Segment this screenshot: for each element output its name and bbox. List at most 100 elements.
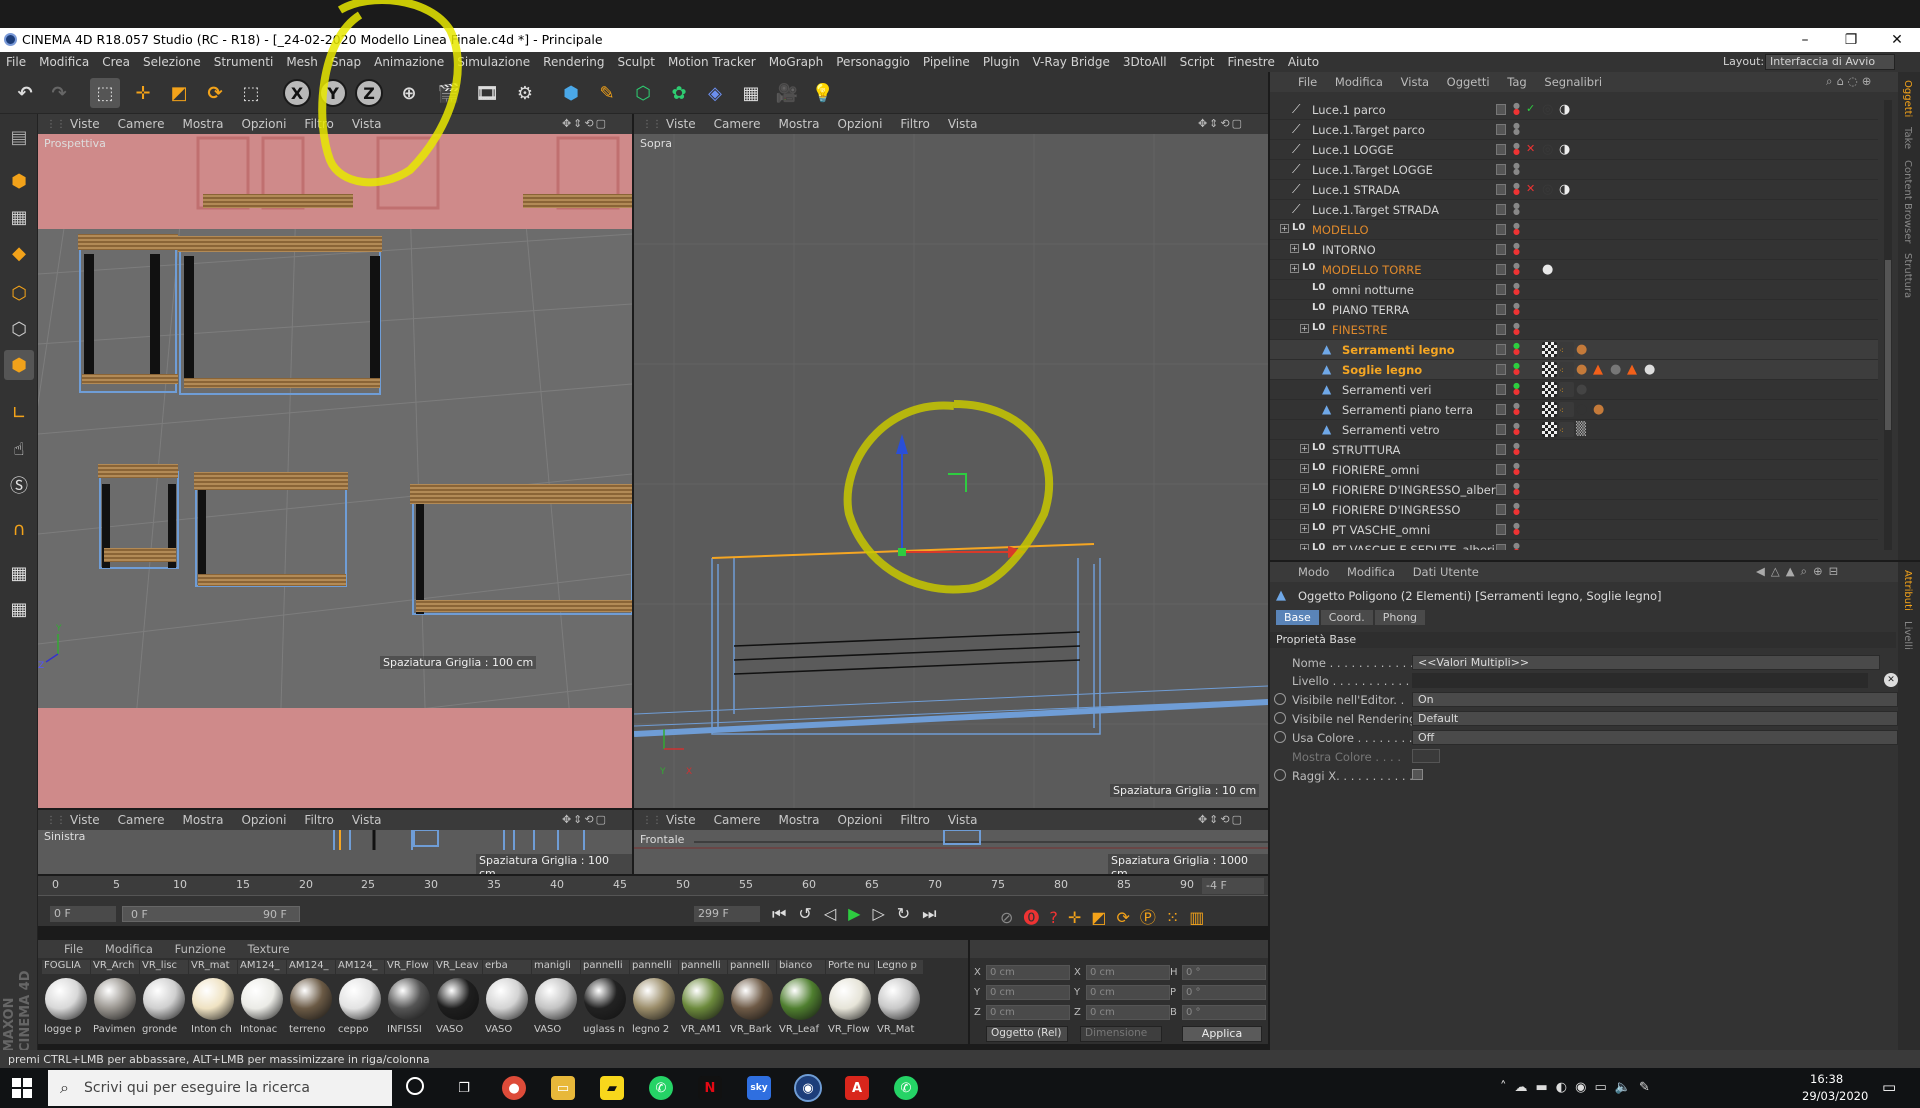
anim-radio-icon[interactable] bbox=[1274, 769, 1286, 781]
menu-mesh[interactable]: Mesh bbox=[286, 55, 318, 69]
mat-menu-texture[interactable]: Texture bbox=[248, 942, 290, 956]
size-y-field[interactable]: 0 cm bbox=[1086, 985, 1170, 1000]
menu-animazione[interactable]: Animazione bbox=[374, 55, 444, 69]
material-tag-icon[interactable]: ◎ bbox=[1542, 102, 1557, 117]
object-row[interactable]: ⟋ Luce.1 LOGGE ● ● ✕ ◎ ◑ bbox=[1270, 140, 1878, 160]
tab-coord[interactable]: Coord. bbox=[1320, 610, 1373, 625]
vp-menu-filtro[interactable]: Filtro bbox=[900, 117, 929, 131]
pos-y-field[interactable]: 0 cm bbox=[986, 985, 1070, 1000]
visibility-dots-icon[interactable]: ●● bbox=[1513, 322, 1520, 336]
next-key-icon[interactable]: ↻ bbox=[897, 904, 922, 923]
disabled-icon[interactable]: ✕ bbox=[1526, 142, 1535, 155]
obj-menu-oggetti[interactable]: Oggetti bbox=[1447, 75, 1490, 89]
vp-menu-mostra[interactable]: Mostra bbox=[182, 813, 223, 827]
vp-menu-mostra[interactable]: Mostra bbox=[778, 813, 819, 827]
cube-primitive-icon[interactable]: ⬢ bbox=[556, 78, 586, 108]
viewport-frontale[interactable]: ⋮⋮ Viste Camere Mostra Opzioni Filtro Vi… bbox=[634, 810, 1268, 874]
visibility-dots-icon[interactable]: ●● bbox=[1513, 362, 1520, 376]
layer-swatch[interactable] bbox=[1496, 504, 1506, 515]
object-name[interactable]: Luce.1.Target STRADA bbox=[1312, 203, 1439, 217]
object-row[interactable]: + L0 PT VASCHE_omni ● ● bbox=[1270, 520, 1878, 540]
left-canvas[interactable]: Sinistra Spaziatura Griglia : 100 cm bbox=[38, 830, 632, 874]
material-swatch[interactable]: VR_lisc gronde bbox=[140, 960, 188, 1035]
viewport-nav-icons[interactable]: ✥⇕⟲▢ bbox=[562, 117, 608, 130]
front-canvas[interactable]: Frontale Spaziatura Griglia : 1000 cm bbox=[634, 830, 1268, 874]
object-name[interactable]: MODELLO bbox=[1312, 223, 1369, 237]
object-name[interactable]: Serramenti vetro bbox=[1342, 423, 1440, 437]
goto-start-icon[interactable]: ⏮ bbox=[772, 904, 798, 923]
texture-tag-icon[interactable] bbox=[1542, 402, 1557, 417]
camera-icon[interactable]: 🎥 bbox=[772, 78, 802, 108]
rot-p-field[interactable]: 0 ° bbox=[1182, 985, 1266, 1000]
viewport-nav-icons[interactable]: ✥⇕⟲▢ bbox=[1198, 813, 1244, 826]
taskbar-search[interactable]: ⌕ Scrivi qui per eseguire la ricerca bbox=[48, 1070, 392, 1106]
last-tool-icon[interactable]: ⬚ bbox=[236, 78, 266, 108]
anim-radio-icon[interactable] bbox=[1274, 693, 1286, 705]
layer-swatch[interactable] bbox=[1496, 424, 1506, 435]
live-selection-icon[interactable]: ⬚ bbox=[90, 78, 120, 108]
viewport-sopra[interactable]: ⋮⋮ Viste Camere Mostra Opzioni Filtro Vi… bbox=[634, 114, 1268, 808]
visibility-dots-icon[interactable]: ●● bbox=[1513, 222, 1520, 236]
edges-mode-icon[interactable]: ⬡ bbox=[4, 314, 34, 344]
vp-menu-camere[interactable]: Camere bbox=[714, 813, 761, 827]
polygons-mode-icon[interactable]: ⬢ bbox=[4, 350, 34, 380]
expand-toggle-icon[interactable]: + bbox=[1300, 444, 1309, 453]
visibility-dots-icon[interactable]: ●● bbox=[1513, 282, 1520, 296]
side-tab-content-browser[interactable]: Content Browser bbox=[1902, 160, 1913, 243]
object-row[interactable]: ▲ Serramenti vetro ● ● ⁖ ▒ bbox=[1270, 420, 1878, 440]
texture-mode-icon[interactable]: ▦ bbox=[4, 202, 34, 232]
object-name[interactable]: Serramenti piano terra bbox=[1342, 403, 1473, 417]
perspective-canvas[interactable]: YZ Prospettiva Spaziatura Griglia : 100 … bbox=[38, 134, 632, 808]
layer-swatch[interactable] bbox=[1496, 404, 1506, 415]
material-tag-icon[interactable]: ◎ bbox=[1542, 182, 1557, 197]
undo-icon[interactable]: ↶ bbox=[10, 78, 40, 108]
file-explorer-icon[interactable]: ▭ bbox=[551, 1076, 575, 1100]
object-row[interactable]: ▲ Serramenti piano terra ● ● ⁖ ● ● bbox=[1270, 400, 1878, 420]
vp-menu-opzioni[interactable]: Opzioni bbox=[241, 117, 286, 131]
timeline-ruler[interactable]: 0 5 10 15 20 25 30 35 40 45 50 55 60 65 … bbox=[38, 876, 1268, 896]
object-name[interactable]: PIANO TERRA bbox=[1332, 303, 1409, 317]
material-tag-icon[interactable]: ● bbox=[1576, 382, 1591, 397]
layer-swatch[interactable] bbox=[1496, 344, 1506, 355]
object-name[interactable]: MODELLO TORRE bbox=[1322, 263, 1422, 277]
tray-nvidia-icon[interactable]: ▬ bbox=[1536, 1080, 1556, 1095]
material-swatch[interactable]: FOGLIA logge p bbox=[42, 960, 90, 1035]
visibility-dots-icon[interactable]: ●● bbox=[1513, 262, 1520, 276]
material-swatch[interactable]: bianco VR_Leaf bbox=[777, 960, 825, 1035]
clock-time[interactable]: 16:38 bbox=[1810, 1072, 1843, 1086]
material-tag-icon[interactable]: ● bbox=[1593, 402, 1608, 417]
prev-frame-icon[interactable]: ◁ bbox=[824, 904, 848, 923]
menu-file[interactable]: File bbox=[6, 55, 26, 69]
tray-volume-icon[interactable]: 🔈 bbox=[1615, 1080, 1639, 1095]
menu-plugin[interactable]: Plugin bbox=[983, 55, 1020, 69]
object-row[interactable]: + L0 MODELLO TORRE ● ● ● bbox=[1270, 260, 1878, 280]
visibility-dots-icon[interactable]: ●● bbox=[1513, 162, 1520, 176]
size-z-field[interactable]: 0 cm bbox=[1086, 1005, 1170, 1020]
visible-editor-select[interactable]: On bbox=[1412, 692, 1898, 707]
visibility-dots-icon[interactable]: ●● bbox=[1513, 482, 1520, 496]
layer-swatch[interactable] bbox=[1496, 184, 1506, 195]
pen-spline-icon[interactable]: ✎ bbox=[592, 78, 622, 108]
layer-swatch[interactable] bbox=[1496, 464, 1506, 475]
key-pla-icon[interactable]: ⁙ bbox=[1166, 908, 1189, 927]
layer-swatch[interactable] bbox=[1496, 204, 1506, 215]
layer-field[interactable] bbox=[1412, 673, 1868, 688]
side-tab-attributi[interactable]: Attributi bbox=[1902, 570, 1913, 611]
deformer-icon[interactable]: ◈ bbox=[700, 78, 730, 108]
layer-swatch[interactable] bbox=[1496, 544, 1506, 550]
object-row[interactable]: + L0 INTORNO ● ● bbox=[1270, 240, 1878, 260]
vp-menu-viste[interactable]: Viste bbox=[666, 813, 696, 827]
vp-menu-vista[interactable]: Vista bbox=[352, 117, 382, 131]
side-tab-take[interactable]: Take bbox=[1902, 127, 1913, 149]
whatsapp-icon[interactable]: ✆ bbox=[649, 1076, 673, 1100]
sky-go-icon[interactable]: sky bbox=[747, 1076, 771, 1100]
material-swatch[interactable]: VR_Flow INFISSI bbox=[385, 960, 433, 1035]
visibility-dots-icon[interactable]: ●● bbox=[1513, 462, 1520, 476]
object-name[interactable]: FIORIERE D'INGRESSO_alberi bbox=[1332, 483, 1499, 497]
object-row[interactable]: ⟋ Luce.1 STRADA ● ● ✕ ◎ ◑ bbox=[1270, 180, 1878, 200]
layer-swatch[interactable] bbox=[1496, 104, 1506, 115]
vp-menu-viste[interactable]: Viste bbox=[70, 813, 100, 827]
expand-toggle-icon[interactable]: + bbox=[1300, 544, 1309, 550]
planar-workplane-icon[interactable]: ▦ bbox=[4, 594, 34, 624]
material-swatch[interactable]: Porte nu VR_Flow bbox=[826, 960, 874, 1035]
